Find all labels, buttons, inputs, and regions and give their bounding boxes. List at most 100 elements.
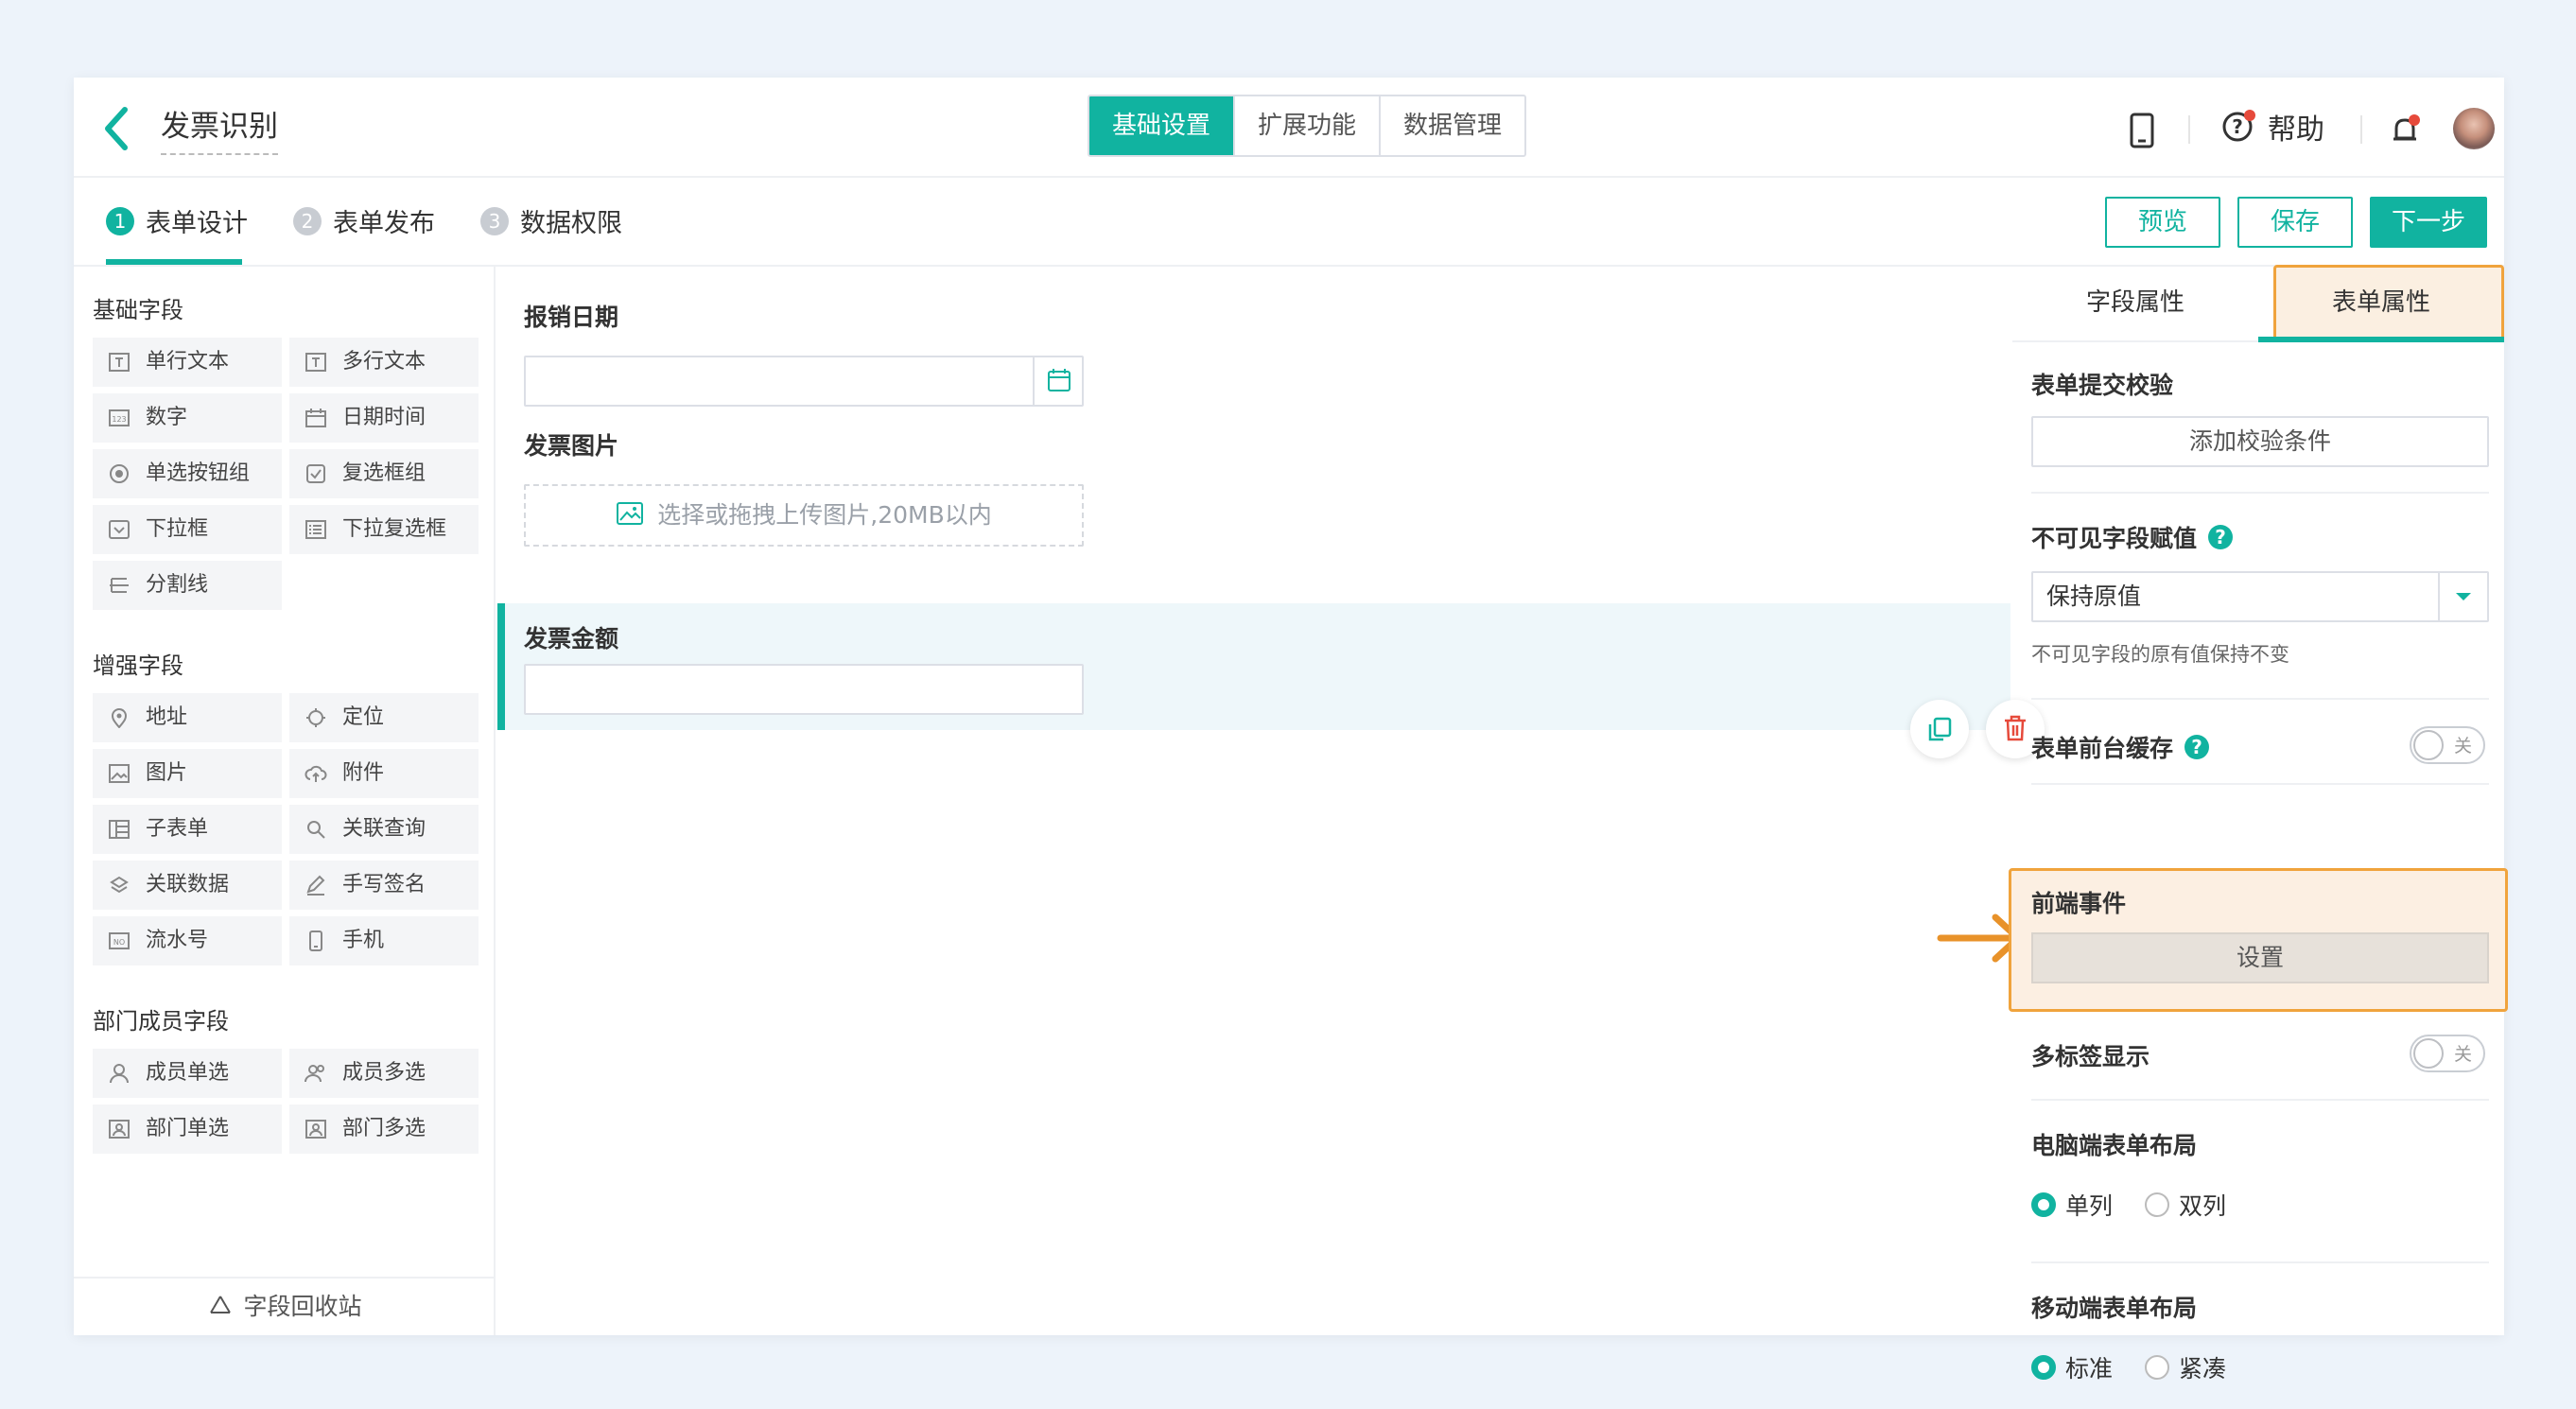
field-label: 关联查询 [342,817,426,841]
submit-check-title: 表单提交校验 [2031,372,2174,399]
form-title[interactable]: 发票识别 [161,108,278,155]
field-label: 手写签名 [342,873,426,896]
field-linked-query[interactable]: 关联查询 [289,805,479,854]
mobile-preview-icon[interactable] [2126,112,2158,149]
checkbox-icon [306,464,325,483]
help-icon[interactable]: ? [2208,525,2234,549]
field-label: 复选框组 [342,461,426,485]
active-step-indicator [106,259,242,265]
field-label-invoice-amount: 发票金额 [524,625,619,652]
field-single-line-text[interactable]: 单行文本 [93,338,282,387]
field-signature[interactable]: 手写签名 [289,861,479,910]
field-phone[interactable]: 手机 [289,916,479,965]
divider [2031,492,2489,494]
step-form-publish[interactable]: 2 表单发布 [293,202,435,239]
help-link[interactable]: ? 帮助 [2220,106,2324,148]
image-icon [617,502,644,525]
field-number[interactable]: 123 数字 [93,393,282,443]
toggle-state: 关 [2453,736,2472,757]
link-search-icon [307,821,325,839]
tab-extensions[interactable]: 扩展功能 [1235,96,1382,155]
mode-switcher: 基础设置 扩展功能 数据管理 [1088,95,1527,157]
field-address[interactable]: 地址 [93,693,282,742]
field-checkbox-group[interactable]: 复选框组 [289,449,479,498]
field-member-multi[interactable]: 成员多选 [289,1049,479,1098]
field-multi-line-text[interactable]: 多行文本 [289,338,479,387]
field-label: 成员多选 [342,1061,426,1085]
field-divider[interactable]: 分割线 [93,561,282,610]
notification-bell-icon[interactable] [2387,112,2425,149]
group-title-basic: 基础字段 [93,297,183,323]
radio-icon [110,464,129,483]
svg-text:123: 123 [112,415,126,424]
svg-text:NO: NO [113,938,125,947]
user-avatar[interactable] [2453,108,2495,149]
field-attachment[interactable]: 附件 [289,749,479,798]
link-data-icon [110,876,129,894]
divider [2031,1099,2489,1101]
field-label: 部门多选 [342,1117,426,1140]
next-step-button[interactable]: 下一步 [2370,197,2487,248]
image-upload-area[interactable]: 选择或拖拽上传图片,20MB以内 [524,484,1084,547]
invoice-amount-input[interactable] [524,664,1084,715]
preview-button[interactable]: 预览 [2105,197,2220,248]
date-picker-button[interactable] [1033,357,1082,405]
field-department-single[interactable]: 部门单选 [93,1105,282,1154]
field-subform[interactable]: 子表单 [93,805,282,854]
radio-label: 单列 [2065,1192,2114,1220]
group-title-member: 部门成员字段 [93,1008,229,1035]
copy-field-button[interactable] [1910,700,1969,758]
help-icon[interactable]: ? [2184,735,2210,759]
tab-data-management[interactable]: 数据管理 [1381,96,1524,155]
add-check-button[interactable]: 添加校验条件 [2031,416,2489,467]
form-canvas: 报销日期 发票图片 选择或拖拽上传图片,20MB以内 发票金额 [497,267,2045,1335]
field-label: 多行文本 [342,350,426,374]
number-icon: 123 [109,409,130,426]
step-number: 1 [106,206,134,235]
radio-label: 紧凑 [2179,1355,2227,1383]
field-department-multi[interactable]: 部门多选 [289,1105,479,1154]
step-data-permission[interactable]: 3 数据权限 [480,202,622,239]
radio-compact[interactable]: 紧凑 [2145,1350,2226,1384]
upload-hint: 选择或拖拽上传图片,20MB以内 [657,501,992,529]
location-pin-icon [111,708,128,728]
invisible-value-select[interactable]: 保持原值 [2031,571,2489,622]
selected-field-block[interactable]: 发票金额 [497,603,2010,730]
radio-double-column[interactable]: 双列 [2145,1188,2226,1222]
field-serial-number[interactable]: NO 流水号 [93,916,282,965]
recycle-label: 字段回收站 [243,1293,362,1320]
events-settings-button[interactable]: 设置 [2031,932,2489,983]
field-label-reimburse-date: 报销日期 [524,304,619,331]
reimburse-date-input[interactable] [524,356,1084,407]
tab-field-properties[interactable]: 字段属性 [2012,267,2258,342]
field-recycle-bin[interactable]: 字段回收站 [74,1277,496,1335]
image-icon [109,764,130,783]
multi-tab-toggle[interactable]: 关 [2410,1035,2485,1072]
field-linked-data[interactable]: 关联数据 [93,861,282,910]
field-datetime[interactable]: 日期时间 [289,393,479,443]
help-icon: ? [2222,110,2255,142]
save-button[interactable]: 保存 [2237,197,2353,248]
textarea-icon [305,353,326,372]
field-label: 下拉复选框 [342,517,447,541]
field-dropdown[interactable]: 下拉框 [93,505,282,554]
field-member-single[interactable]: 成员单选 [93,1049,282,1098]
field-location[interactable]: 定位 [289,693,479,742]
radio-label: 标准 [2065,1355,2114,1383]
tab-basic-settings[interactable]: 基础设置 [1089,96,1236,155]
step-number: 3 [480,206,509,235]
step-form-design[interactable]: 1 表单设计 [106,202,248,239]
field-dropdown-multi[interactable]: 下拉复选框 [289,505,479,554]
tab-form-properties[interactable]: 表单属性 [2258,267,2504,342]
radio-standard[interactable]: 标准 [2031,1350,2113,1384]
divider [2031,1261,2489,1263]
field-image[interactable]: 图片 [93,749,282,798]
divider [2031,698,2489,700]
field-radio-group[interactable]: 单选按钮组 [93,449,282,498]
divider-icon [110,578,129,593]
toggle-state: 关 [2453,1044,2472,1065]
radio-single-column[interactable]: 单列 [2031,1188,2113,1222]
cache-toggle[interactable]: 关 [2410,726,2485,764]
back-arrow-icon[interactable] [89,100,146,157]
divider [2031,783,2489,785]
